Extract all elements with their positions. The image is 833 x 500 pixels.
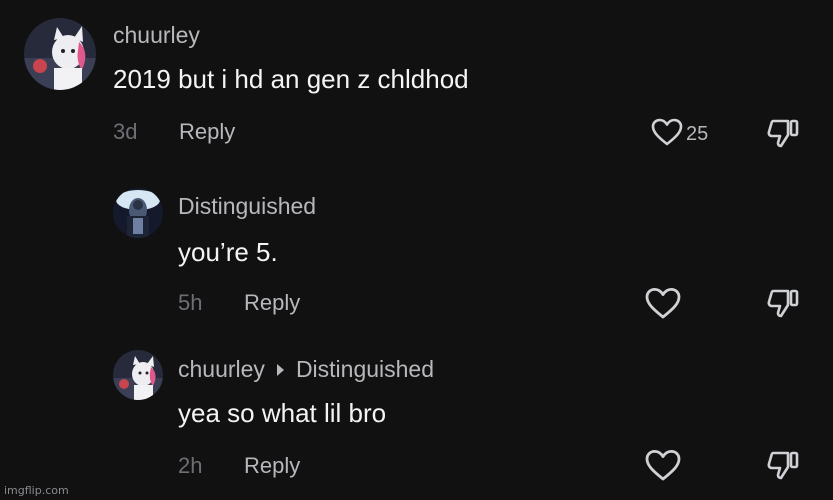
reply-username[interactable]: Distinguished bbox=[178, 193, 316, 220]
comment-timestamp: 3d bbox=[113, 119, 138, 144]
reply-text: you’re 5. bbox=[178, 237, 278, 267]
reply-username: chuurley Distinguished bbox=[178, 356, 434, 383]
heart-icon bbox=[643, 286, 683, 325]
heart-icon bbox=[643, 448, 683, 487]
like-button[interactable] bbox=[643, 286, 683, 325]
triangle-right-icon bbox=[276, 363, 284, 376]
thumbs-down-icon[interactable] bbox=[765, 449, 801, 486]
avatar[interactable] bbox=[113, 188, 163, 238]
thumbs-down-icon[interactable] bbox=[765, 117, 801, 154]
replied-to-username[interactable]: Distinguished bbox=[296, 356, 434, 382]
like-button[interactable]: 25 bbox=[650, 117, 708, 152]
heart-icon bbox=[650, 117, 684, 152]
reply-timestamp: 5h bbox=[178, 290, 203, 315]
reply-text: yea so what lil bro bbox=[178, 398, 387, 428]
reply-button[interactable]: Reply bbox=[244, 453, 300, 479]
reply-button[interactable]: Reply bbox=[179, 119, 235, 145]
reply-author[interactable]: chuurley bbox=[178, 356, 265, 382]
avatar[interactable] bbox=[113, 350, 163, 400]
like-count: 25 bbox=[686, 123, 709, 145]
comment-text: 2019 but i hd an gen z chldhod bbox=[113, 64, 469, 94]
avatar[interactable] bbox=[24, 18, 96, 90]
like-button[interactable] bbox=[643, 448, 683, 487]
watermark-text: imgflip.com bbox=[4, 484, 69, 497]
thumbs-down-icon[interactable] bbox=[765, 287, 801, 324]
reply-timestamp: 2h bbox=[178, 453, 203, 478]
reply-button[interactable]: Reply bbox=[244, 290, 300, 316]
comment-username[interactable]: chuurley bbox=[113, 22, 200, 49]
